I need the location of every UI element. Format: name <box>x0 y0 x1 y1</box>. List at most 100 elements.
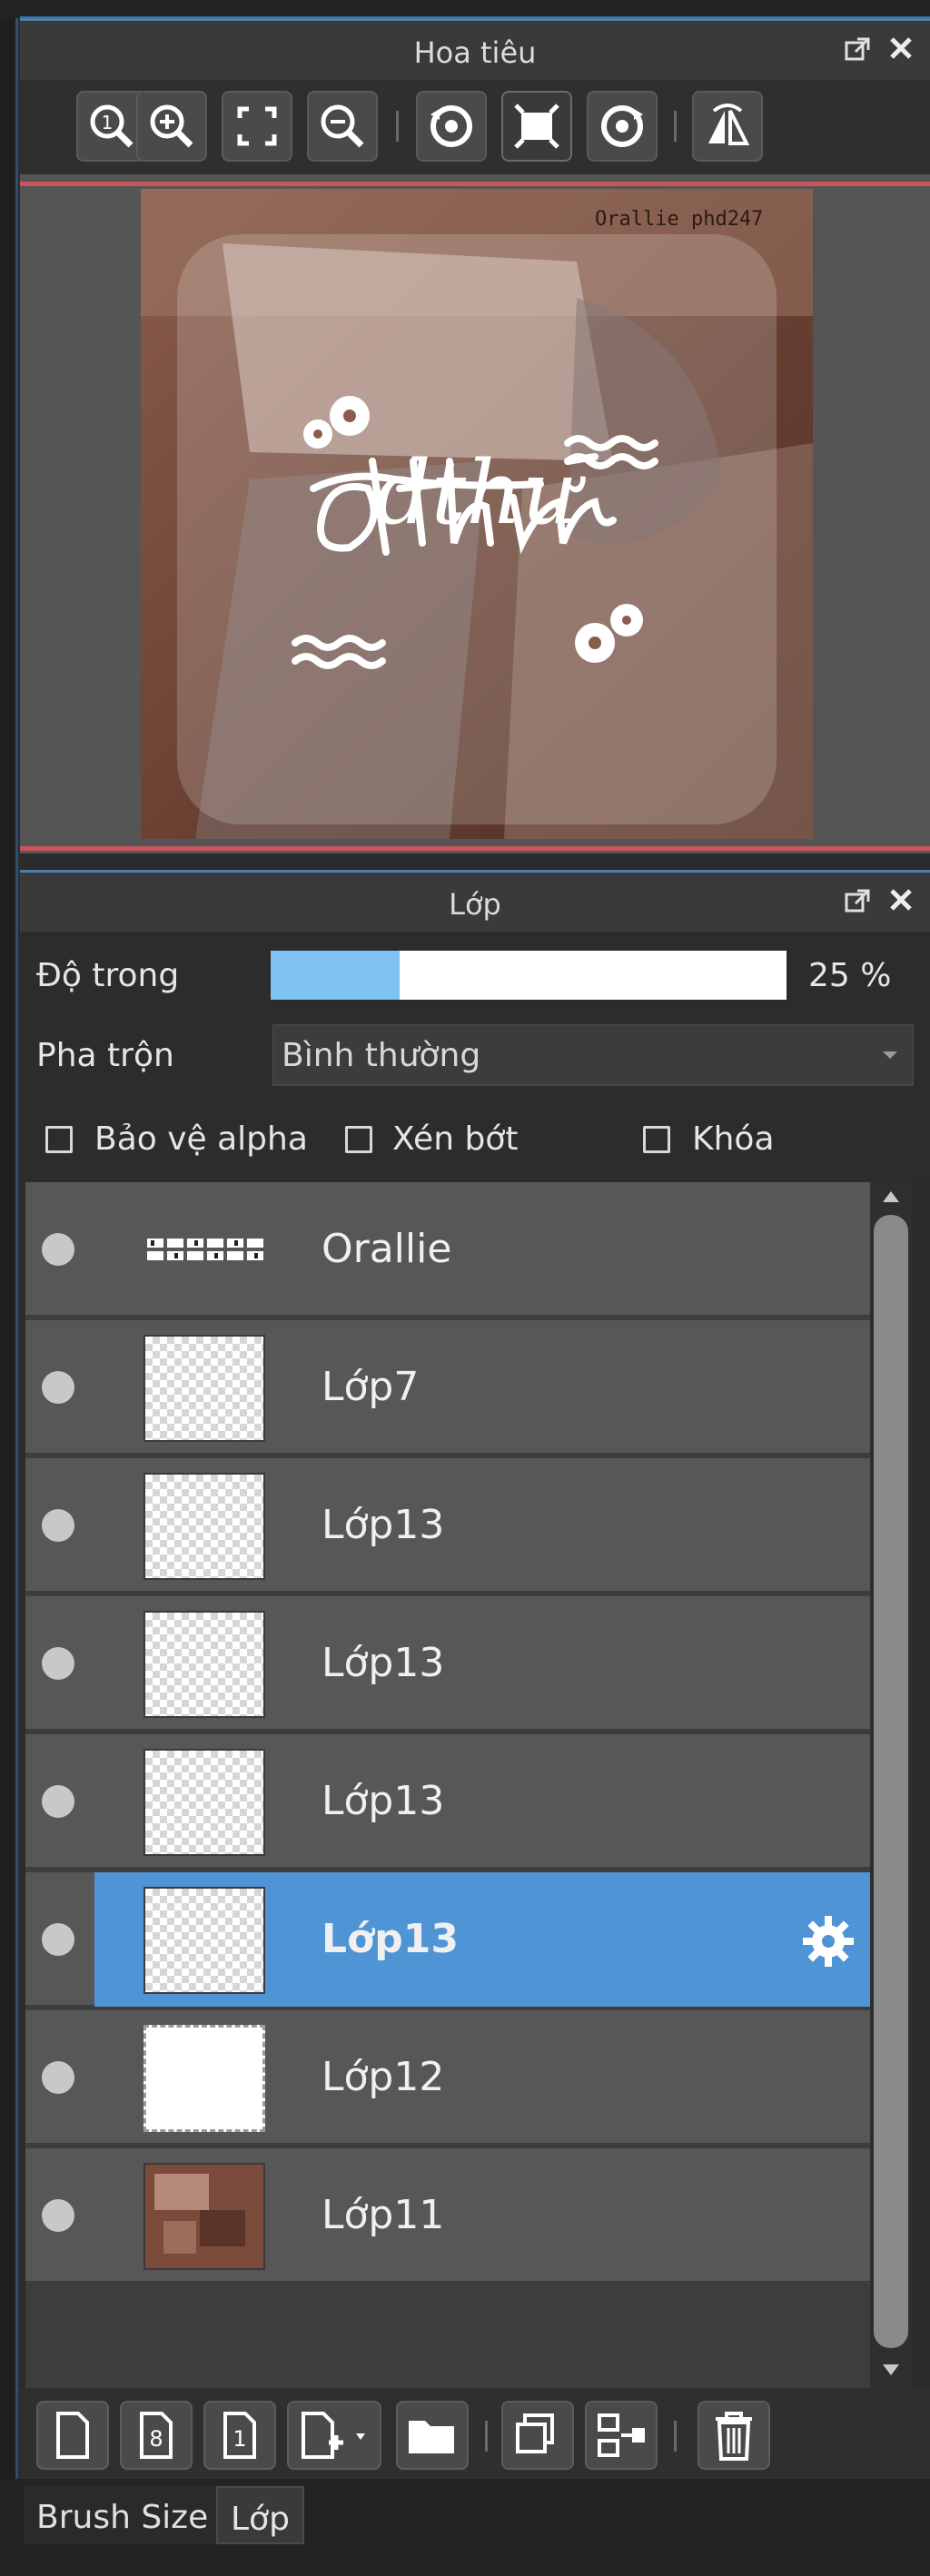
rotate-left-icon <box>430 105 472 147</box>
lock-label: Khóa <box>692 1120 775 1158</box>
visibility-icon[interactable] <box>42 1785 74 1818</box>
layer-row[interactable]: Lớp13 <box>25 1596 870 1732</box>
layer-thumbnail <box>143 2025 265 2132</box>
navigator-title: Hoa tiêu <box>413 35 537 70</box>
new-folder-button[interactable] <box>396 2401 469 2470</box>
visibility-icon[interactable] <box>42 1509 74 1542</box>
layers-header: Lớp <box>20 870 930 932</box>
scroll-down-icon[interactable] <box>881 2363 901 2381</box>
toolbar-separator <box>485 2421 488 2452</box>
merge-down-button[interactable] <box>585 2401 658 2470</box>
undock-icon[interactable] <box>843 887 872 923</box>
layer-actions-toolbar: 8 1 <box>20 2388 930 2479</box>
preview-text: dthư <box>375 442 586 544</box>
panel-tabs: Brush Size Lớp <box>0 2479 930 2576</box>
blend-mode-select[interactable]: Bình thường <box>272 1024 914 1086</box>
layer-thumbnail <box>143 1473 265 1580</box>
layer-name: Lớp13 <box>322 1640 445 1686</box>
canvas-preview-image: dthư Orallie phd247 <box>141 189 813 839</box>
rotate-right-icon <box>601 105 643 147</box>
layer-row[interactable]: Orallie <box>25 1182 870 1318</box>
gear-icon[interactable] <box>799 1912 857 1974</box>
toolbar-separator <box>674 111 677 142</box>
duplicate-layer-button[interactable] <box>501 2401 574 2470</box>
new-layer-button[interactable] <box>36 2401 109 2470</box>
duplicate-layer-icon <box>516 2413 554 2453</box>
layer-thumbnail <box>143 1611 265 1718</box>
svg-text:8: 8 <box>149 2426 163 2452</box>
tab-brush-size[interactable]: Brush Size <box>24 2486 222 2544</box>
navigator-toolbar: 1 <box>20 80 930 174</box>
tab-layers[interactable]: Lớp <box>216 2486 304 2544</box>
visibility-icon[interactable] <box>42 2061 74 2094</box>
scrollbar-thumb[interactable] <box>874 1215 908 2348</box>
blend-mode-value: Bình thường <box>282 1037 481 1074</box>
clipping-checkbox[interactable] <box>345 1126 372 1153</box>
layer-thumbnail <box>143 1335 265 1442</box>
lock-checkbox[interactable] <box>643 1126 670 1153</box>
layer-thumbnail <box>143 2163 265 2270</box>
layer-thumbnail <box>143 1233 271 1268</box>
bottom-guide-line <box>20 846 930 851</box>
opacity-slider[interactable] <box>269 949 788 1002</box>
chevron-down-icon <box>881 1048 899 1065</box>
layer-list-scrollbar[interactable] <box>870 1182 912 2388</box>
new-8bit-layer-button[interactable]: 8 <box>120 2401 193 2470</box>
opacity-slider-fill <box>271 951 400 1000</box>
layer-row[interactable]: Lớp12 <box>25 2010 870 2147</box>
close-icon[interactable] <box>886 32 915 72</box>
rotate-right-button[interactable] <box>587 91 658 162</box>
layer-name: Lớp13 <box>322 1916 459 1962</box>
zoom-in-icon <box>150 104 193 148</box>
flip-horizontal-button[interactable] <box>692 91 763 162</box>
visibility-icon[interactable] <box>42 1647 74 1680</box>
merge-down-icon <box>598 2413 645 2457</box>
fit-screen-button[interactable] <box>222 91 292 162</box>
fit-screen-icon <box>237 106 277 146</box>
navigator-header: Hoa tiêu <box>20 18 930 80</box>
zoom-out-button[interactable] <box>307 91 378 162</box>
layer-name: Lớp7 <box>322 1364 420 1410</box>
layer-name: Lớp12 <box>322 2054 445 2100</box>
flip-horizontal-icon <box>708 104 750 145</box>
delete-icon <box>716 2412 752 2461</box>
zoom-in-button[interactable] <box>136 91 207 162</box>
undock-icon[interactable] <box>843 35 872 72</box>
new-8bit-layer-icon: 8 <box>140 2412 173 2459</box>
protect-alpha-checkbox[interactable] <box>45 1126 73 1153</box>
layer-row[interactable]: Lớp13 <box>25 1734 870 1870</box>
layer-row[interactable]: Lớp11 <box>25 2148 870 2285</box>
layer-name: Lớp11 <box>322 2192 445 2238</box>
add-layer-menu-button[interactable] <box>287 2401 381 2470</box>
scroll-up-icon[interactable] <box>881 1189 901 1208</box>
svg-text:1: 1 <box>102 112 114 133</box>
top-guide-line <box>20 182 930 186</box>
folder-icon <box>409 2421 454 2453</box>
visibility-icon[interactable] <box>42 1923 74 1956</box>
rotate-left-button[interactable] <box>416 91 487 162</box>
opacity-value: 25 % <box>808 957 892 994</box>
svg-text:1: 1 <box>232 2426 246 2452</box>
layer-list[interactable]: Orallie Lớp7 Lớp13 Lớp13 Lớp13 Lớp13 Lớp… <box>25 1182 870 2388</box>
layer-row-selected[interactable]: Lớp13 <box>25 1872 870 2008</box>
fit-canvas-button[interactable] <box>501 91 572 162</box>
visibility-icon[interactable] <box>42 1233 74 1266</box>
layer-thumbnail <box>143 1749 265 1856</box>
navigator-canvas[interactable]: dthư Orallie phd247 <box>20 174 930 854</box>
blend-mode-label: Pha trộn <box>36 1037 174 1074</box>
layer-name: Orallie <box>322 1226 452 1272</box>
clipping-label: Xén bớt <box>392 1120 519 1158</box>
new-1bit-layer-button[interactable]: 1 <box>203 2401 276 2470</box>
layer-row[interactable]: Lớp13 <box>25 1458 870 1594</box>
new-1bit-layer-icon: 1 <box>223 2412 256 2459</box>
visibility-icon[interactable] <box>42 1371 74 1404</box>
layer-name: Lớp13 <box>322 1502 445 1548</box>
visibility-icon[interactable] <box>42 2199 74 2232</box>
layers-title: Lớp <box>449 887 501 922</box>
delete-layer-button[interactable] <box>698 2401 770 2470</box>
new-layer-icon <box>56 2412 89 2459</box>
layer-row[interactable]: Lớp7 <box>25 1320 870 1456</box>
zoom-100-icon: 1 <box>90 104 134 148</box>
layer-name: Lớp13 <box>322 1778 445 1824</box>
close-icon[interactable] <box>886 883 915 923</box>
